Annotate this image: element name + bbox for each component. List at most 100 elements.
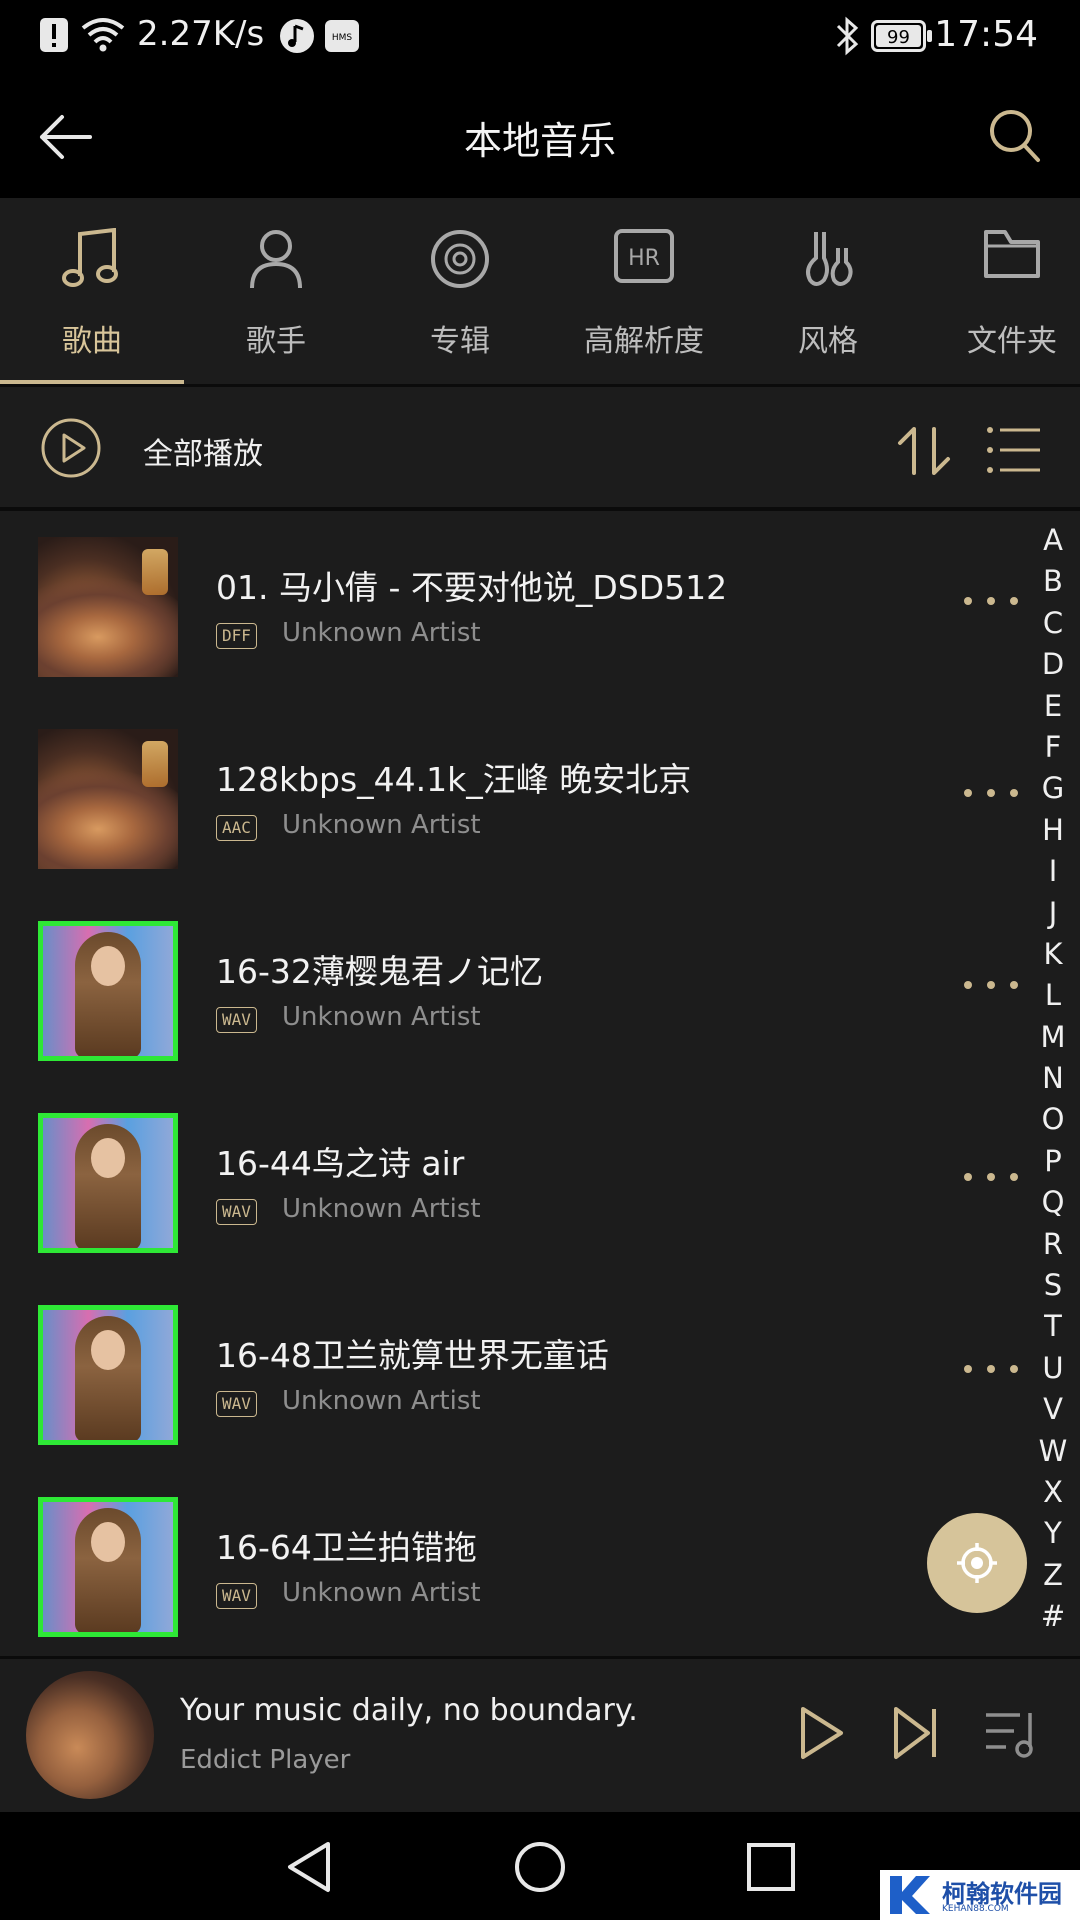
play-all-icon[interactable] — [40, 417, 102, 479]
index-letter[interactable]: O — [1038, 1099, 1068, 1140]
more-options-icon[interactable] — [962, 787, 1020, 799]
svg-text:HMS: HMS — [332, 33, 353, 43]
song-row[interactable]: 16-44鸟之诗 air WAV Unknown Artist — [0, 1087, 1020, 1279]
index-letter[interactable]: A — [1038, 520, 1068, 561]
song-row[interactable]: 16-48卫兰就算世界无童话 WAV Unknown Artist — [0, 1279, 1020, 1471]
index-letter[interactable]: Y — [1038, 1513, 1068, 1554]
alphabet-index[interactable]: A B C D E F G H I J K L M N O P Q R S T U V W X Y Z # — [1038, 520, 1068, 1638]
index-letter[interactable]: W — [1038, 1431, 1068, 1472]
clock: 17:54 — [934, 14, 1038, 55]
tab-albums[interactable]: 专辑 — [368, 198, 552, 384]
format-badge: WAV — [216, 1007, 257, 1033]
format-badge: WAV — [216, 1583, 257, 1609]
nav-home-icon[interactable] — [513, 1840, 567, 1894]
music-note-icon — [62, 228, 118, 287]
svg-text:HR: HR — [628, 246, 660, 271]
tab-label: 歌手 — [246, 324, 306, 359]
index-letter[interactable]: U — [1038, 1348, 1068, 1389]
now-playing-art[interactable] — [26, 1671, 154, 1799]
network-speed: 2.27K/s — [137, 14, 265, 54]
play-icon[interactable] — [798, 1705, 846, 1761]
index-letter[interactable]: # — [1038, 1596, 1068, 1637]
index-letter[interactable]: G — [1038, 768, 1068, 809]
locate-current-button[interactable] — [927, 1513, 1027, 1613]
index-letter[interactable]: B — [1038, 561, 1068, 602]
more-options-icon[interactable] — [962, 979, 1020, 991]
album-art — [38, 1305, 178, 1445]
index-letter[interactable]: K — [1038, 934, 1068, 975]
song-row[interactable]: 16-32薄樱鬼君ノ记忆 WAV Unknown Artist — [0, 895, 1020, 1087]
tab-hi-res[interactable]: HR 高解析度 — [552, 198, 736, 384]
nav-back-icon[interactable] — [284, 1840, 334, 1894]
sort-icon[interactable] — [896, 423, 952, 479]
song-title: 16-32薄樱鬼君ノ记忆 — [216, 952, 543, 991]
more-options-icon[interactable] — [962, 1363, 1020, 1375]
index-letter[interactable]: R — [1038, 1224, 1068, 1265]
mini-player[interactable]: Your music daily, no boundary. Eddict Pl… — [0, 1656, 1080, 1815]
now-playing-title: Your music daily, no boundary. — [180, 1693, 638, 1728]
song-row[interactable]: 128kbps_44.1k_汪峰 晚安北京 AAC Unknown Artist — [0, 703, 1020, 895]
playlist-queue-icon[interactable] — [984, 1709, 1040, 1759]
guitar-icon — [806, 232, 853, 286]
tab-label: 风格 — [798, 324, 858, 359]
page-title: 本地音乐 — [463, 119, 616, 163]
song-title: 01. 马小倩 - 不要对他说_DSD512 — [216, 568, 728, 607]
tab-folders[interactable]: 文件夹 — [920, 198, 1080, 384]
index-letter[interactable]: E — [1038, 686, 1068, 727]
hr-icon: HR — [614, 229, 674, 283]
song-artist: Unknown Artist — [282, 1578, 481, 1608]
tab-songs[interactable]: 歌曲 — [0, 198, 184, 384]
song-artist: Unknown Artist — [282, 618, 481, 648]
song-artist: Unknown Artist — [282, 1386, 481, 1416]
tab-label: 专辑 — [430, 324, 490, 359]
watermark-subtext: KEHAN88.COM — [942, 1904, 1009, 1914]
format-badge: WAV — [216, 1391, 257, 1417]
battery-icon: 99 — [871, 20, 932, 52]
index-letter[interactable]: M — [1038, 1017, 1068, 1058]
index-letter[interactable]: D — [1038, 644, 1068, 685]
more-options-icon[interactable] — [962, 595, 1020, 607]
index-letter[interactable]: Q — [1038, 1182, 1068, 1223]
index-letter[interactable]: Z — [1038, 1555, 1068, 1596]
search-icon[interactable] — [988, 108, 1042, 164]
index-letter[interactable]: V — [1038, 1389, 1068, 1430]
tab-genres[interactable]: 风格 — [736, 198, 920, 384]
play-all-label[interactable]: 全部播放 — [143, 429, 263, 473]
app-header: 本地音乐 — [0, 76, 1080, 198]
index-letter[interactable]: T — [1038, 1306, 1068, 1347]
wifi-icon — [81, 18, 125, 52]
index-letter[interactable]: P — [1038, 1141, 1068, 1182]
index-letter[interactable]: X — [1038, 1472, 1068, 1513]
album-art — [38, 729, 178, 869]
now-playing-subtitle: Eddict Player — [180, 1745, 351, 1775]
tab-label: 文件夹 — [967, 324, 1057, 359]
song-row[interactable]: 01. 马小倩 - 不要对他说_DSD512 DFF Unknown Artis… — [0, 511, 1020, 703]
index-letter[interactable]: L — [1038, 975, 1068, 1016]
folder-icon — [984, 230, 1040, 278]
index-letter[interactable]: N — [1038, 1058, 1068, 1099]
list-menu-icon[interactable] — [986, 425, 1042, 475]
tab-label: 歌曲 — [62, 324, 122, 359]
play-all-bar: 全部播放 — [0, 387, 1080, 507]
index-letter[interactable]: S — [1038, 1265, 1068, 1306]
index-letter[interactable]: F — [1038, 727, 1068, 768]
index-letter[interactable]: C — [1038, 603, 1068, 644]
watermark-logo-icon — [890, 1876, 930, 1914]
song-title: 16-44鸟之诗 air — [216, 1144, 465, 1183]
song-list: 01. 马小倩 - 不要对他说_DSD512 DFF Unknown Artis… — [0, 511, 1080, 1656]
index-letter[interactable]: J — [1038, 893, 1068, 934]
song-artist: Unknown Artist — [282, 1194, 481, 1224]
nav-recents-icon[interactable] — [746, 1842, 796, 1892]
more-options-icon[interactable] — [962, 1171, 1020, 1183]
next-track-icon[interactable] — [892, 1705, 940, 1761]
album-art — [38, 1497, 178, 1637]
song-row[interactable]: 16-64卫兰拍错拖 WAV Unknown Artist — [0, 1471, 1020, 1663]
index-letter[interactable]: I — [1038, 851, 1068, 892]
svg-text:99: 99 — [887, 27, 910, 48]
index-letter[interactable]: H — [1038, 810, 1068, 851]
status-bar: 2.27K/s HMS 99 17:54 — [0, 0, 1080, 76]
album-art — [38, 537, 178, 677]
tab-artists[interactable]: 歌手 — [184, 198, 368, 384]
music-app-icon — [280, 19, 314, 53]
person-icon — [250, 230, 302, 289]
